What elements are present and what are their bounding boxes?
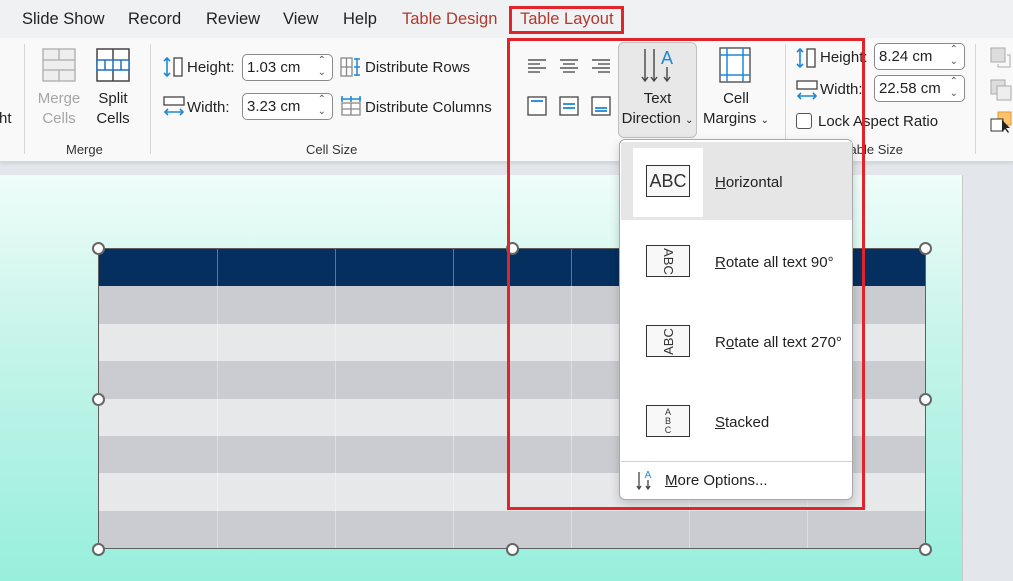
ribbon: ht Merge Cells Split Cells Merge Height:… (0, 38, 1013, 162)
align-bottom-icon[interactable] (591, 96, 611, 121)
resize-handle-middle-left[interactable] (92, 393, 105, 406)
distribute-rows-icon (340, 57, 362, 82)
chevron-down-icon: ⌄ (760, 115, 769, 126)
resize-handle-bottom-center[interactable] (506, 543, 519, 556)
tab-highlight-box (509, 6, 624, 34)
split-cells-icon (96, 48, 130, 87)
cell-width-input[interactable]: 3.23 cm ⌃ ⌄ (242, 93, 333, 120)
resize-handle-top-left[interactable] (92, 242, 105, 255)
split-cells-label-2: Cells (96, 110, 130, 127)
menu-item-horizontal[interactable]: ABC Horizontal (621, 142, 852, 220)
resize-handle-bottom-right[interactable] (919, 543, 932, 556)
spinner-arrows-icon[interactable]: ⌃ ⌄ (950, 76, 958, 100)
align-top-icon[interactable] (527, 96, 547, 121)
table-column-divider (335, 249, 336, 548)
tab-record[interactable]: Record (128, 10, 181, 29)
split-cells-button[interactable]: Split Cells (90, 89, 136, 129)
cell-width-value: 3.23 cm (247, 98, 301, 115)
table-height-value: 8.24 cm (879, 48, 933, 65)
row-height-icon (163, 56, 185, 83)
svg-text:A: A (661, 48, 673, 68)
cell-size-group-label: Cell Size (306, 142, 358, 157)
menu-bar: Slide Show Record Review View Help Table… (0, 0, 1013, 38)
cell-margins-button[interactable]: Cell Margins ⌄ (698, 89, 774, 131)
merge-cells-button: Merge Cells (34, 89, 84, 129)
rotate-90-text-icon: ABC (646, 245, 690, 277)
selection-pane-icon[interactable] (990, 111, 1012, 138)
text-direction-options-icon: A (636, 469, 656, 496)
text-direction-label-1: Text (643, 90, 672, 107)
spinner-arrows-icon[interactable]: ⌃ ⌄ (950, 44, 958, 68)
tab-slide-show[interactable]: Slide Show (22, 10, 105, 29)
table-column-divider (453, 249, 454, 548)
resize-handle-top-right[interactable] (919, 242, 932, 255)
tab-table-design[interactable]: Table Design (402, 10, 497, 29)
cell-margins-icon (719, 47, 751, 88)
menu-item-rotate-90[interactable]: ABC Rotate all text 90° (621, 222, 852, 300)
rotate-270-text-icon: ABC (646, 325, 690, 357)
tab-view[interactable]: View (283, 10, 318, 29)
resize-handle-middle-right[interactable] (919, 393, 932, 406)
menu-item-stacked[interactable]: A B C Stacked (621, 382, 852, 460)
bring-forward-icon[interactable] (990, 47, 1012, 74)
resize-handle-bottom-left[interactable] (92, 543, 105, 556)
text-direction-button[interactable]: A Text Direction ⌄ (618, 42, 697, 138)
distribute-columns-button[interactable]: Distribute Columns (365, 99, 492, 116)
align-left-icon[interactable] (527, 58, 547, 79)
horizontal-text-icon: ABC (646, 165, 690, 197)
merge-group-label: Merge (66, 142, 103, 157)
align-right-icon[interactable] (591, 58, 611, 79)
cell-margins-label-1: Cell (723, 90, 749, 107)
align-middle-icon[interactable] (559, 96, 579, 121)
distribute-columns-icon (340, 96, 362, 121)
tab-review[interactable]: Review (206, 10, 260, 29)
spinner-arrows-icon[interactable]: ⌃ ⌄ (318, 55, 326, 79)
merge-cells-label-2: Cells (42, 110, 76, 127)
text-direction-icon: A (641, 47, 677, 90)
align-center-icon[interactable] (559, 58, 579, 79)
table-width-icon (796, 79, 818, 106)
distribute-rows-button[interactable]: Distribute Rows (365, 59, 470, 76)
cell-height-label: Height: (187, 59, 235, 76)
table-width-input[interactable]: 22.58 cm ⌃ ⌄ (874, 75, 965, 102)
stacked-text-icon: A B C (646, 405, 690, 437)
cell-height-input[interactable]: 1.03 cm ⌃ ⌄ (242, 54, 333, 81)
text-direction-label-2: Direction (621, 110, 681, 127)
table-width-label: Width: (820, 81, 863, 98)
cell-margins-label-2: Margins (703, 110, 757, 127)
menu-item-rotate-270[interactable]: ABC Rotate all text 270° (621, 302, 852, 380)
table-column-divider (217, 249, 218, 548)
table-height-input[interactable]: 8.24 cm ⌃ ⌄ (874, 43, 965, 70)
svg-text:A: A (645, 470, 652, 481)
resize-handle-top-center[interactable] (506, 242, 519, 255)
merge-cells-label-1: Merge (37, 90, 81, 107)
tab-help[interactable]: Help (343, 10, 377, 29)
table-height-icon (796, 47, 818, 74)
text-direction-menu: ABC Horizontal ABC Rotate all text 90° A… (619, 139, 853, 500)
cell-width-label: Width: (187, 99, 230, 116)
send-backward-icon[interactable] (990, 79, 1012, 106)
partial-button-label[interactable]: ht (0, 110, 12, 127)
split-cells-label-1: Split (98, 90, 128, 107)
table-column-divider (571, 249, 572, 548)
spinner-arrows-icon[interactable]: ⌃ ⌄ (318, 94, 326, 118)
lock-aspect-ratio-checkbox[interactable] (796, 113, 812, 129)
menu-separator (621, 461, 852, 462)
cell-height-value: 1.03 cm (247, 59, 301, 76)
table-height-label: Height: (820, 49, 868, 66)
table-width-value: 22.58 cm (879, 80, 941, 97)
more-options-button[interactable]: More Options... (665, 472, 768, 489)
column-width-icon (163, 95, 185, 122)
lock-aspect-ratio-label[interactable]: Lock Aspect Ratio (818, 113, 938, 130)
chevron-down-icon: ⌄ (684, 115, 694, 126)
merge-cells-icon (42, 48, 76, 87)
